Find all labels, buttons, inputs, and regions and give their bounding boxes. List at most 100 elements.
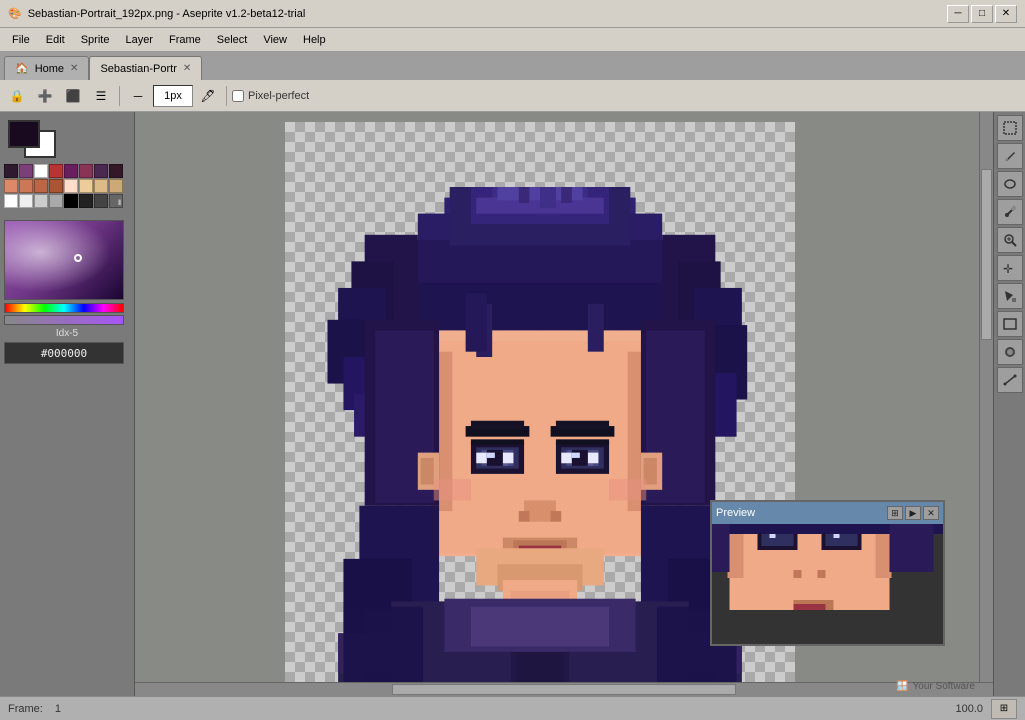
tab-home[interactable]: 🏠 Home ✕ bbox=[4, 56, 89, 80]
menu-view[interactable]: View bbox=[255, 32, 295, 48]
minimize-button[interactable]: ─ bbox=[947, 5, 969, 23]
move-icon: ✛ bbox=[1003, 261, 1017, 275]
swatch-18[interactable] bbox=[34, 194, 48, 208]
saturation-bar[interactable] bbox=[4, 315, 124, 325]
h-scroll-thumb[interactable] bbox=[392, 684, 735, 695]
pixel-perfect-label[interactable]: Pixel-perfect bbox=[232, 90, 309, 102]
eyedropper-tool[interactable] bbox=[997, 199, 1023, 225]
swatch-15[interactable] bbox=[109, 179, 123, 193]
pencil-tool[interactable] bbox=[997, 143, 1023, 169]
menu-sprite[interactable]: Sprite bbox=[73, 32, 118, 48]
ink-button[interactable]: 🖋 bbox=[195, 84, 221, 108]
line-tool[interactable] bbox=[997, 311, 1023, 337]
tab-home-label: Home bbox=[35, 63, 64, 75]
swatch-22[interactable] bbox=[94, 194, 108, 208]
swatch-23[interactable]: ‖ bbox=[109, 194, 123, 208]
maximize-button[interactable]: □ bbox=[971, 5, 993, 23]
vertical-scrollbar[interactable] bbox=[979, 112, 993, 682]
tabs-bar: 🏠 Home ✕ Sebastian-Portr ✕ bbox=[0, 52, 1025, 80]
toolbar-separator bbox=[119, 86, 120, 106]
add-button[interactable]: ➕ bbox=[32, 84, 58, 108]
preview-titlebar[interactable]: Preview ⊞ ▶ ✕ bbox=[712, 502, 943, 524]
swatch-5[interactable] bbox=[79, 164, 93, 178]
swatch-17[interactable] bbox=[19, 194, 33, 208]
color-mode-label: Idx-5 bbox=[4, 328, 130, 339]
menu-frame[interactable]: Frame bbox=[161, 32, 209, 48]
brush-size-input[interactable]: 1px bbox=[153, 85, 193, 107]
move-tool[interactable]: ✛ bbox=[997, 255, 1023, 281]
swatch-1[interactable] bbox=[19, 164, 33, 178]
foreground-color[interactable] bbox=[8, 120, 40, 148]
preview-title-controls[interactable]: ⊞ ▶ ✕ bbox=[887, 506, 939, 520]
tab-file-close[interactable]: ✕ bbox=[183, 63, 191, 74]
swatch-7[interactable] bbox=[109, 164, 123, 178]
swatch-9[interactable] bbox=[19, 179, 33, 193]
swatch-6[interactable] bbox=[94, 164, 108, 178]
color-gradient[interactable] bbox=[4, 220, 124, 300]
swatch-2[interactable] bbox=[34, 164, 48, 178]
contour-tool[interactable] bbox=[997, 367, 1023, 393]
ellipse-tool[interactable] bbox=[997, 171, 1023, 197]
list-button[interactable]: ☰ bbox=[88, 84, 114, 108]
swatch-16[interactable] bbox=[4, 194, 18, 208]
horizontal-scrollbar[interactable] bbox=[135, 682, 993, 696]
ellipse-icon bbox=[1003, 177, 1017, 191]
status-bar: Frame: 1 🪟 Your Software 100.0 ⊞ bbox=[0, 696, 1025, 720]
menu-file[interactable]: File bbox=[4, 32, 38, 48]
menu-help[interactable]: Help bbox=[295, 32, 334, 48]
watermark: 🪟 Your Software bbox=[896, 681, 975, 692]
status-right: 🪟 Your Software 100.0 ⊞ bbox=[955, 699, 1017, 719]
preview-close-btn[interactable]: ✕ bbox=[923, 506, 939, 520]
svg-text:✛: ✛ bbox=[1003, 262, 1013, 275]
fill-tool[interactable] bbox=[997, 283, 1023, 309]
select-rect-tool[interactable] bbox=[997, 115, 1023, 141]
hue-bar[interactable] bbox=[4, 303, 124, 313]
menu-edit[interactable]: Edit bbox=[38, 32, 73, 48]
swatch-14[interactable] bbox=[94, 179, 108, 193]
preview-content[interactable] bbox=[712, 524, 943, 644]
swatch-10[interactable] bbox=[34, 179, 48, 193]
stop-button[interactable]: ⬛ bbox=[60, 84, 86, 108]
swatch-3[interactable] bbox=[49, 164, 63, 178]
close-button[interactable]: ✕ bbox=[995, 5, 1017, 23]
tab-file[interactable]: Sebastian-Portr ✕ bbox=[89, 56, 202, 80]
tab-home-close[interactable]: ✕ bbox=[70, 63, 78, 74]
hex-input[interactable]: #000000 bbox=[4, 342, 124, 364]
timeline-button[interactable]: ⊞ bbox=[991, 699, 1017, 719]
eyedropper-icon bbox=[1003, 205, 1017, 219]
swatch-21[interactable] bbox=[79, 194, 93, 208]
toolbar: 🔒 ➕ ⬛ ☰ ─ 1px 🖋 Pixel-perfect bbox=[0, 80, 1025, 112]
zoom-value: 100.0 bbox=[955, 703, 983, 715]
menu-select[interactable]: Select bbox=[209, 32, 256, 48]
swatch-0[interactable] bbox=[4, 164, 18, 178]
swatch-20[interactable] bbox=[64, 194, 78, 208]
swatch-13[interactable] bbox=[79, 179, 93, 193]
color-picker-area[interactable]: Idx-5 #000000 bbox=[0, 216, 134, 696]
left-panel: ‖ Idx-5 #000000 bbox=[0, 112, 135, 696]
menu-bar: File Edit Sprite Layer Frame Select View… bbox=[0, 28, 1025, 52]
swatch-12[interactable] bbox=[64, 179, 78, 193]
menu-layer[interactable]: Layer bbox=[117, 32, 161, 48]
swatch-8[interactable] bbox=[4, 179, 18, 193]
pixel-perfect-checkbox[interactable] bbox=[232, 90, 244, 102]
frame-value: 1 bbox=[55, 703, 61, 715]
zoom-tool[interactable] bbox=[997, 227, 1023, 253]
contour-icon bbox=[1003, 373, 1017, 387]
v-scroll-thumb[interactable] bbox=[981, 169, 992, 340]
minus-button[interactable]: ─ bbox=[125, 84, 151, 108]
fg-bg-area[interactable] bbox=[8, 120, 58, 160]
swatch-19[interactable] bbox=[49, 194, 63, 208]
eraser-icon bbox=[1003, 345, 1017, 359]
zoom-display: 100.0 bbox=[955, 703, 983, 715]
swatch-4[interactable] bbox=[64, 164, 78, 178]
canvas-area[interactable]: Preview ⊞ ▶ ✕ bbox=[135, 112, 993, 696]
swatch-11[interactable] bbox=[49, 179, 63, 193]
title-bar: 🎨 Sebastian-Portrait_192px.png - Aseprit… bbox=[0, 0, 1025, 28]
title-controls[interactable]: ─ □ ✕ bbox=[947, 5, 1017, 23]
right-toolbar: ✛ bbox=[993, 112, 1025, 696]
new-button[interactable]: 🔒 bbox=[4, 84, 30, 108]
preview-expand-btn[interactable]: ⊞ bbox=[887, 506, 903, 520]
app-icon: 🎨 bbox=[8, 7, 22, 20]
preview-play-btn[interactable]: ▶ bbox=[905, 506, 921, 520]
eraser-tool[interactable] bbox=[997, 339, 1023, 365]
